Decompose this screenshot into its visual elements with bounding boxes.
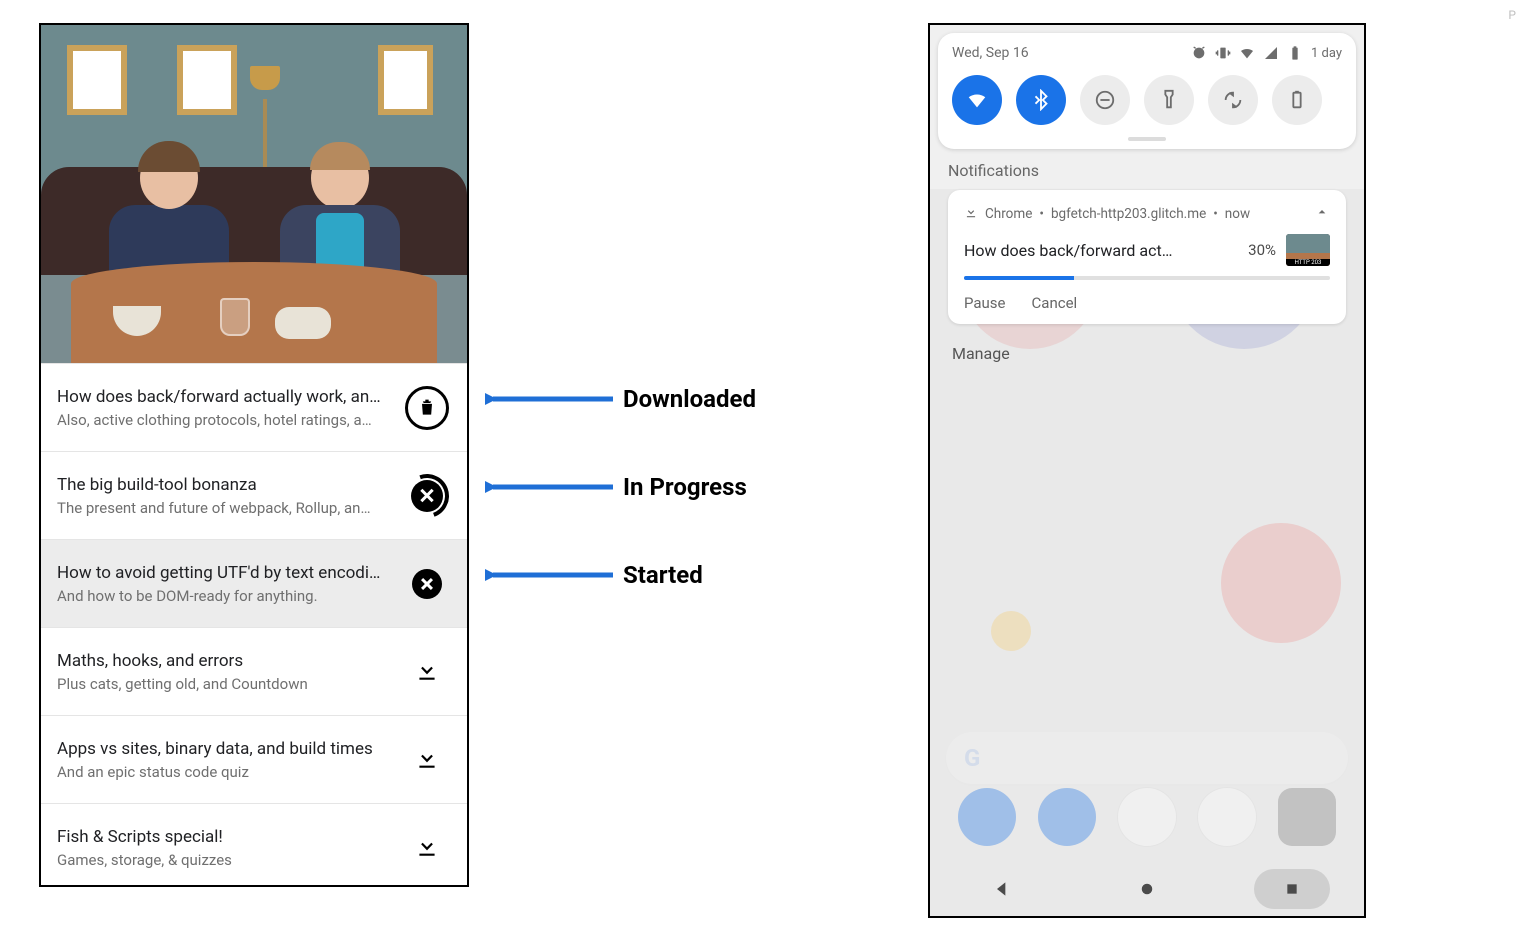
dock-messages-app[interactable]	[1038, 788, 1096, 846]
episode-row[interactable]: How to avoid getting UTF'd by text encod…	[41, 539, 467, 627]
episode-title: Maths, hooks, and errors	[57, 651, 391, 671]
shade-handle[interactable]	[1128, 137, 1166, 141]
episode-subtitle: Plus cats, getting old, and Countdown	[57, 675, 391, 693]
annotation-label: In Progress	[623, 473, 747, 501]
episode-row[interactable]: Maths, hooks, and errors Plus cats, getti…	[41, 627, 467, 715]
signal-icon	[1263, 45, 1279, 61]
hero-image	[41, 25, 467, 363]
download-notification[interactable]: Chrome • bgfetch-http203.glitch.me • now…	[948, 190, 1346, 324]
close-icon	[412, 569, 442, 599]
home-dock	[930, 788, 1364, 846]
status-date: Wed, Sep 16	[952, 45, 1191, 61]
notifications-area: Notifications Chrome • bgfetch-http203.g…	[930, 149, 1364, 383]
download-button[interactable]	[403, 824, 451, 872]
qs-wifi-toggle[interactable]	[952, 75, 1002, 125]
qs-autorotate-toggle[interactable]	[1208, 75, 1258, 125]
vibrate-icon	[1215, 45, 1231, 61]
download-icon	[414, 657, 440, 687]
episode-list: How does back/forward actually work, an……	[41, 363, 467, 885]
google-logo-icon: G	[964, 744, 980, 772]
nav-recent-button[interactable]	[1254, 869, 1330, 909]
download-button[interactable]	[403, 648, 451, 696]
bluetooth-icon	[1030, 89, 1052, 111]
annotation-started: Started	[485, 561, 703, 589]
wifi-icon	[966, 89, 988, 111]
manage-notifications-button[interactable]: Manage	[952, 344, 1342, 363]
dock-play-store-app[interactable]	[1118, 788, 1176, 846]
autorotate-icon	[1222, 89, 1244, 111]
status-bar: Wed, Sep 16 1 day	[952, 45, 1342, 61]
cancel-download-button[interactable]	[403, 472, 451, 520]
notif-origin: bgfetch-http203.glitch.me	[1051, 206, 1206, 222]
notif-progress-bar	[964, 276, 1330, 280]
episode-title: How to avoid getting UTF'd by text encod…	[57, 563, 391, 583]
cancel-download-button[interactable]	[403, 560, 451, 608]
episode-title: Fish & Scripts special!	[57, 827, 391, 847]
notif-time: now	[1225, 206, 1250, 222]
qs-battery-saver-toggle[interactable]	[1272, 75, 1322, 125]
notif-thumbnail	[1286, 234, 1330, 266]
annotation-label: Started	[623, 561, 703, 589]
android-notification-screenshot: Wed, Sep 16 1 day Notifications Chrome	[928, 23, 1366, 918]
episode-row[interactable]: Apps vs sites, binary data, and build ti…	[41, 715, 467, 803]
trash-icon	[405, 386, 449, 430]
episode-subtitle: Also, active clothing protocols, hotel r…	[57, 411, 391, 429]
notif-title: How does back/forward act…	[964, 241, 1238, 260]
download-icon	[964, 205, 978, 223]
notif-app-name: Chrome	[985, 206, 1032, 222]
episode-subtitle: And how to be DOM-ready for anything.	[57, 587, 391, 605]
annotation-label: Downloaded	[623, 385, 756, 413]
nav-home-button[interactable]	[1109, 869, 1185, 909]
download-icon	[414, 833, 440, 863]
episode-subtitle: Games, storage, & quizzes	[57, 851, 391, 869]
episode-row[interactable]: The big build-tool bonanza The present an…	[41, 451, 467, 539]
close-icon	[411, 480, 443, 512]
alarm-icon	[1191, 45, 1207, 61]
episode-row[interactable]: Fish & Scripts special! Games, storage, &…	[41, 803, 467, 885]
notif-percent: 30%	[1248, 241, 1276, 259]
quick-settings-shade: Wed, Sep 16 1 day	[938, 33, 1356, 149]
qs-bluetooth-toggle[interactable]	[1016, 75, 1066, 125]
notif-cancel-button[interactable]: Cancel	[1032, 294, 1078, 312]
chevron-up-icon[interactable]	[1314, 204, 1330, 224]
android-nav-bar	[930, 862, 1364, 916]
delete-download-button[interactable]	[403, 384, 451, 432]
nav-back-button[interactable]	[964, 869, 1040, 909]
dnd-icon	[1094, 89, 1116, 111]
dock-camera-app[interactable]	[1278, 788, 1336, 846]
qs-flashlight-toggle[interactable]	[1144, 75, 1194, 125]
wifi-icon	[1239, 45, 1255, 61]
battery-icon	[1287, 45, 1303, 61]
battery-saver-icon	[1286, 89, 1308, 111]
page-indicator: P	[1508, 8, 1516, 22]
podcast-app-screenshot: How does back/forward actually work, an……	[39, 23, 469, 887]
qs-dnd-toggle[interactable]	[1080, 75, 1130, 125]
google-search-pill[interactable]: G	[946, 732, 1348, 784]
download-icon	[414, 745, 440, 775]
flashlight-icon	[1158, 89, 1180, 111]
dock-chrome-app[interactable]	[1198, 788, 1256, 846]
annotation-in-progress: In Progress	[485, 473, 747, 501]
episode-subtitle: The present and future of webpack, Rollu…	[57, 499, 391, 517]
episode-subtitle: And an epic status code quiz	[57, 763, 391, 781]
battery-text: 1 day	[1311, 45, 1342, 61]
notif-pause-button[interactable]: Pause	[964, 294, 1006, 312]
episode-title: How does back/forward actually work, an…	[57, 387, 391, 407]
episode-title: Apps vs sites, binary data, and build ti…	[57, 739, 391, 759]
annotation-downloaded: Downloaded	[485, 385, 756, 413]
download-button[interactable]	[403, 736, 451, 784]
dock-phone-app[interactable]	[958, 788, 1016, 846]
episode-row[interactable]: How does back/forward actually work, an……	[41, 363, 467, 451]
quick-settings-row	[952, 75, 1342, 125]
episode-title: The big build-tool bonanza	[57, 475, 391, 495]
notifications-heading: Notifications	[948, 161, 1346, 180]
